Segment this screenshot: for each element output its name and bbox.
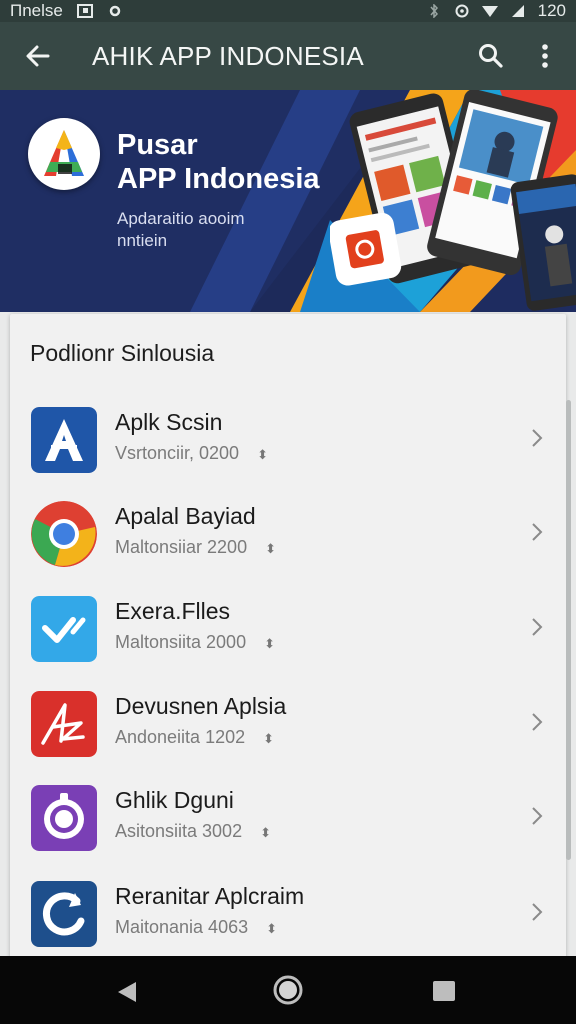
app-name: Reranitar Aplcraim [115, 883, 305, 909]
app-meta-text: Andoneiita 1202 [115, 727, 246, 747]
list-item[interactable]: Apalal Bayiad Maltonsiiar 2200 ⬍ [10, 501, 566, 596]
banner-title: Pusar APP Indonesia [117, 128, 320, 196]
chrome-browser-icon [31, 501, 97, 567]
app-meta: Asitonsiita 3002 ⬍ [115, 821, 271, 842]
app-meta: Maltonsiiar 2200 ⬍ [115, 537, 276, 558]
app-meta-text: Maitonania 4063 [115, 917, 249, 937]
app-meta-text: Vsrtonciir, 0200 [115, 443, 240, 463]
section-title: Podlionr Sinlousia [30, 340, 215, 366]
download-arrow-icon: ⬍ [260, 825, 271, 840]
download-arrow-icon: ⬍ [263, 731, 275, 746]
chevron-right-icon [532, 807, 543, 825]
app-meta: Maltonsiita 2000 ⬍ [115, 632, 275, 653]
download-arrow-icon: ⬍ [265, 541, 276, 556]
list-item[interactable]: Devusnen Aplsia Andoneiita 1202 ⬍ [10, 691, 566, 786]
status-left-text: Пnelse [10, 1, 63, 20]
pusar-logo [28, 118, 100, 190]
app-meta: Andoneiita 1202 ⬍ [115, 727, 274, 748]
signal-icon [511, 5, 524, 17]
app-name: Apalal Bayiad [115, 503, 256, 529]
banner-subtitle: Apdaraitio aooim nntiein [117, 209, 245, 250]
download-arrow-icon: ⬍ [264, 636, 275, 651]
app-meta: Vsrtonciir, 0200 ⬍ [115, 443, 268, 464]
pusar-logo-icon [44, 130, 84, 176]
app-list-card: Podlionr Sinlousia Aplk Scsin Vsrtonciir… [10, 314, 566, 974]
app-meta-text: Asitonsiita 3002 [115, 821, 243, 841]
chevron-right-icon [532, 903, 543, 921]
app-meta-text: Maltonsiita 2000 [115, 632, 247, 652]
list-item[interactable]: Ghlik Dguni Asitonsiita 3002 ⬍ [10, 785, 566, 880]
app-name: Exera.Flles [115, 598, 231, 624]
app-name: Aplk Scsin [115, 409, 223, 435]
camera-ring-icon [31, 785, 97, 851]
alarm-icon [455, 4, 469, 18]
app-meta: Maitonania 4063 ⬍ [115, 917, 277, 938]
banner-title-line2: APP Indonesia [117, 163, 320, 195]
list-item[interactable]: Aplk Scsin Vsrtonciir, 0200 ⬍ [10, 407, 566, 502]
download-arrow-icon: ⬍ [266, 921, 278, 936]
a-letter-app-icon [31, 407, 97, 473]
system-nav-bar [0, 956, 576, 1024]
bluetooth-icon [430, 4, 438, 18]
app-name: Ghlik Dguni [115, 787, 234, 813]
chevron-right-icon [532, 713, 543, 731]
checkmark-app-icon [31, 596, 97, 662]
more-vert-icon[interactable] [534, 42, 556, 70]
wifi-icon [481, 6, 498, 17]
back-arrow-icon[interactable] [24, 42, 52, 70]
phones-illustration [330, 90, 576, 311]
list-item[interactable]: Exera.Flles Maltonsiita 2000 ⬍ [10, 596, 566, 691]
nav-home-icon[interactable] [272, 974, 304, 1006]
signature-app-icon [31, 691, 97, 757]
nav-recents-icon[interactable] [432, 980, 456, 1002]
image-icon [76, 4, 93, 18]
app-name: Devusnen Aplsia [115, 693, 287, 719]
status-bar-left: Пnelse [10, 1, 123, 21]
settings-icon [109, 5, 121, 17]
chevron-right-icon [532, 618, 543, 636]
app-bar-title: AHIK APP INDONESIA [92, 41, 364, 71]
app-meta-text: Maltonsiiar 2200 [115, 537, 248, 557]
banner-title-line1: Pusar [117, 129, 198, 161]
status-bar: Пnelse 120 [0, 0, 576, 22]
search-icon[interactable] [478, 43, 504, 69]
chevron-right-icon [532, 429, 543, 447]
promo-banner[interactable]: Pusar APP Indonesia Apdaraitio aooim nnt… [0, 90, 576, 312]
app-bar: AHIK APP INDONESIA [0, 22, 576, 90]
status-time: 120 [537, 1, 566, 20]
scrollbar[interactable] [566, 400, 571, 860]
refresh-app-icon [31, 881, 97, 947]
download-arrow-icon: ⬍ [257, 447, 268, 462]
nav-back-icon[interactable] [116, 980, 138, 1004]
chevron-right-icon [532, 523, 543, 541]
status-bar-right: 120 [426, 1, 566, 21]
